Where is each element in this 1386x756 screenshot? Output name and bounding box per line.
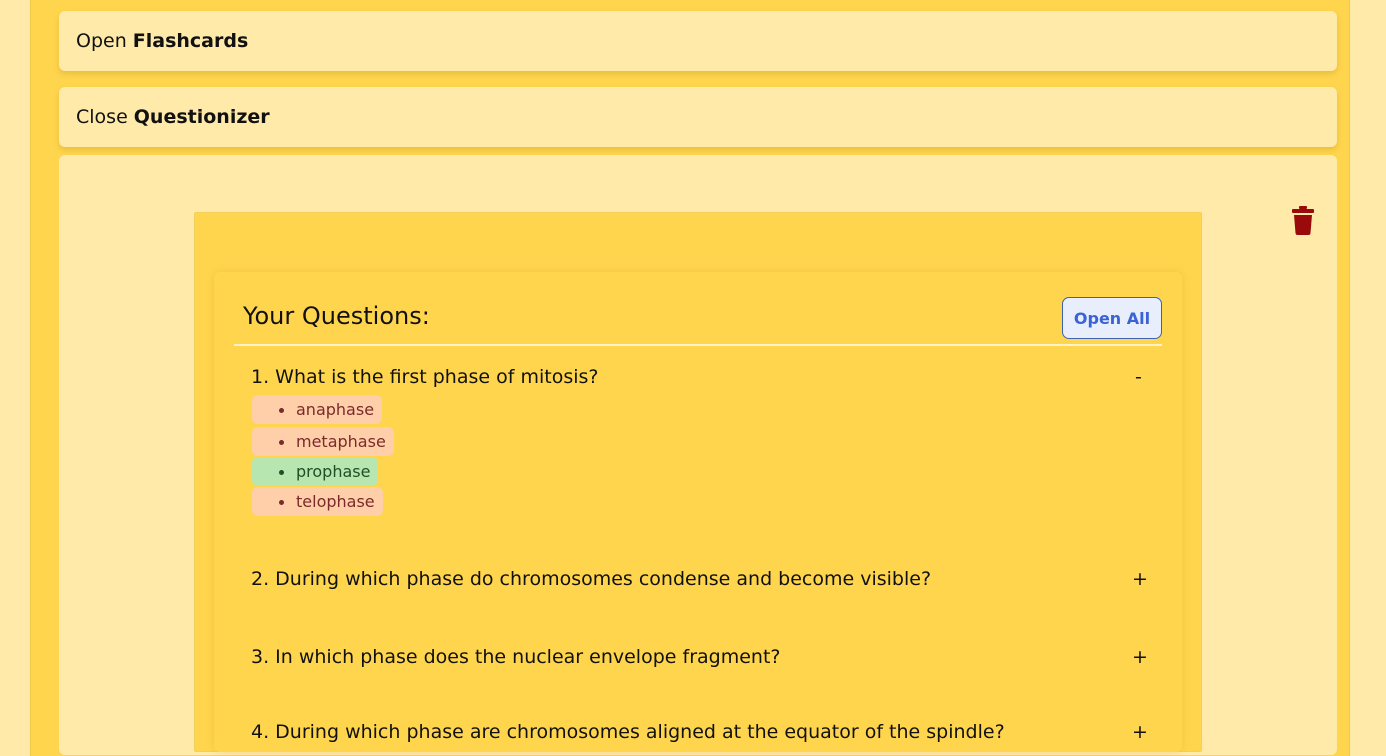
flashcards-bar-verb: Open bbox=[76, 30, 127, 52]
trash-icon[interactable] bbox=[1292, 206, 1314, 235]
open-all-button[interactable]: Open All bbox=[1062, 297, 1162, 339]
questions-heading: Your Questions: bbox=[243, 302, 430, 330]
answer-option-telophase[interactable]: telophase bbox=[252, 487, 383, 516]
question-3-expand-toggle[interactable]: + bbox=[1132, 646, 1148, 668]
answer-option-anaphase[interactable]: anaphase bbox=[252, 395, 383, 424]
questionizer-toggle-bar[interactable]: Close Questionizer bbox=[59, 87, 1337, 147]
question-1-collapse-toggle[interactable]: - bbox=[1135, 366, 1142, 388]
answer-option-metaphase[interactable]: metaphase bbox=[252, 427, 394, 456]
flashcards-bar-name: Flashcards bbox=[132, 30, 249, 52]
questionizer-bar-name: Questionizer bbox=[133, 106, 270, 128]
heading-divider bbox=[234, 344, 1162, 346]
answer-option-prophase[interactable]: prophase bbox=[252, 457, 379, 486]
question-2[interactable]: 2. During which phase do chromosomes con… bbox=[251, 568, 931, 590]
question-2-expand-toggle[interactable]: + bbox=[1132, 568, 1148, 590]
questionizer-bar-verb: Close bbox=[76, 106, 128, 128]
question-4-expand-toggle[interactable]: + bbox=[1132, 721, 1148, 743]
question-1[interactable]: 1. What is the first phase of mitosis? bbox=[251, 366, 598, 388]
question-3[interactable]: 3. In which phase does the nuclear envel… bbox=[251, 646, 780, 668]
question-4[interactable]: 4. During which phase are chromosomes al… bbox=[251, 721, 1005, 743]
flashcards-toggle-bar[interactable]: Open Flashcards bbox=[59, 11, 1337, 71]
